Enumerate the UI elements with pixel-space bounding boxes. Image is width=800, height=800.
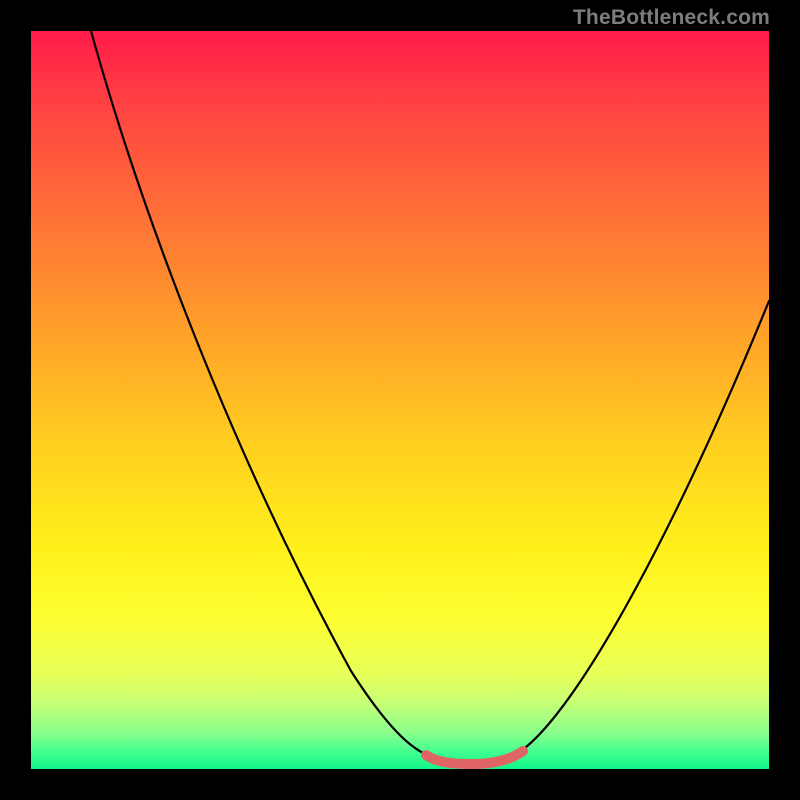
bottleneck-curve — [31, 31, 769, 769]
watermark-text: TheBottleneck.com — [573, 6, 770, 30]
curve-highlight — [426, 751, 523, 764]
chart-frame: TheBottleneck.com — [0, 0, 800, 800]
curve-path — [91, 31, 769, 762]
